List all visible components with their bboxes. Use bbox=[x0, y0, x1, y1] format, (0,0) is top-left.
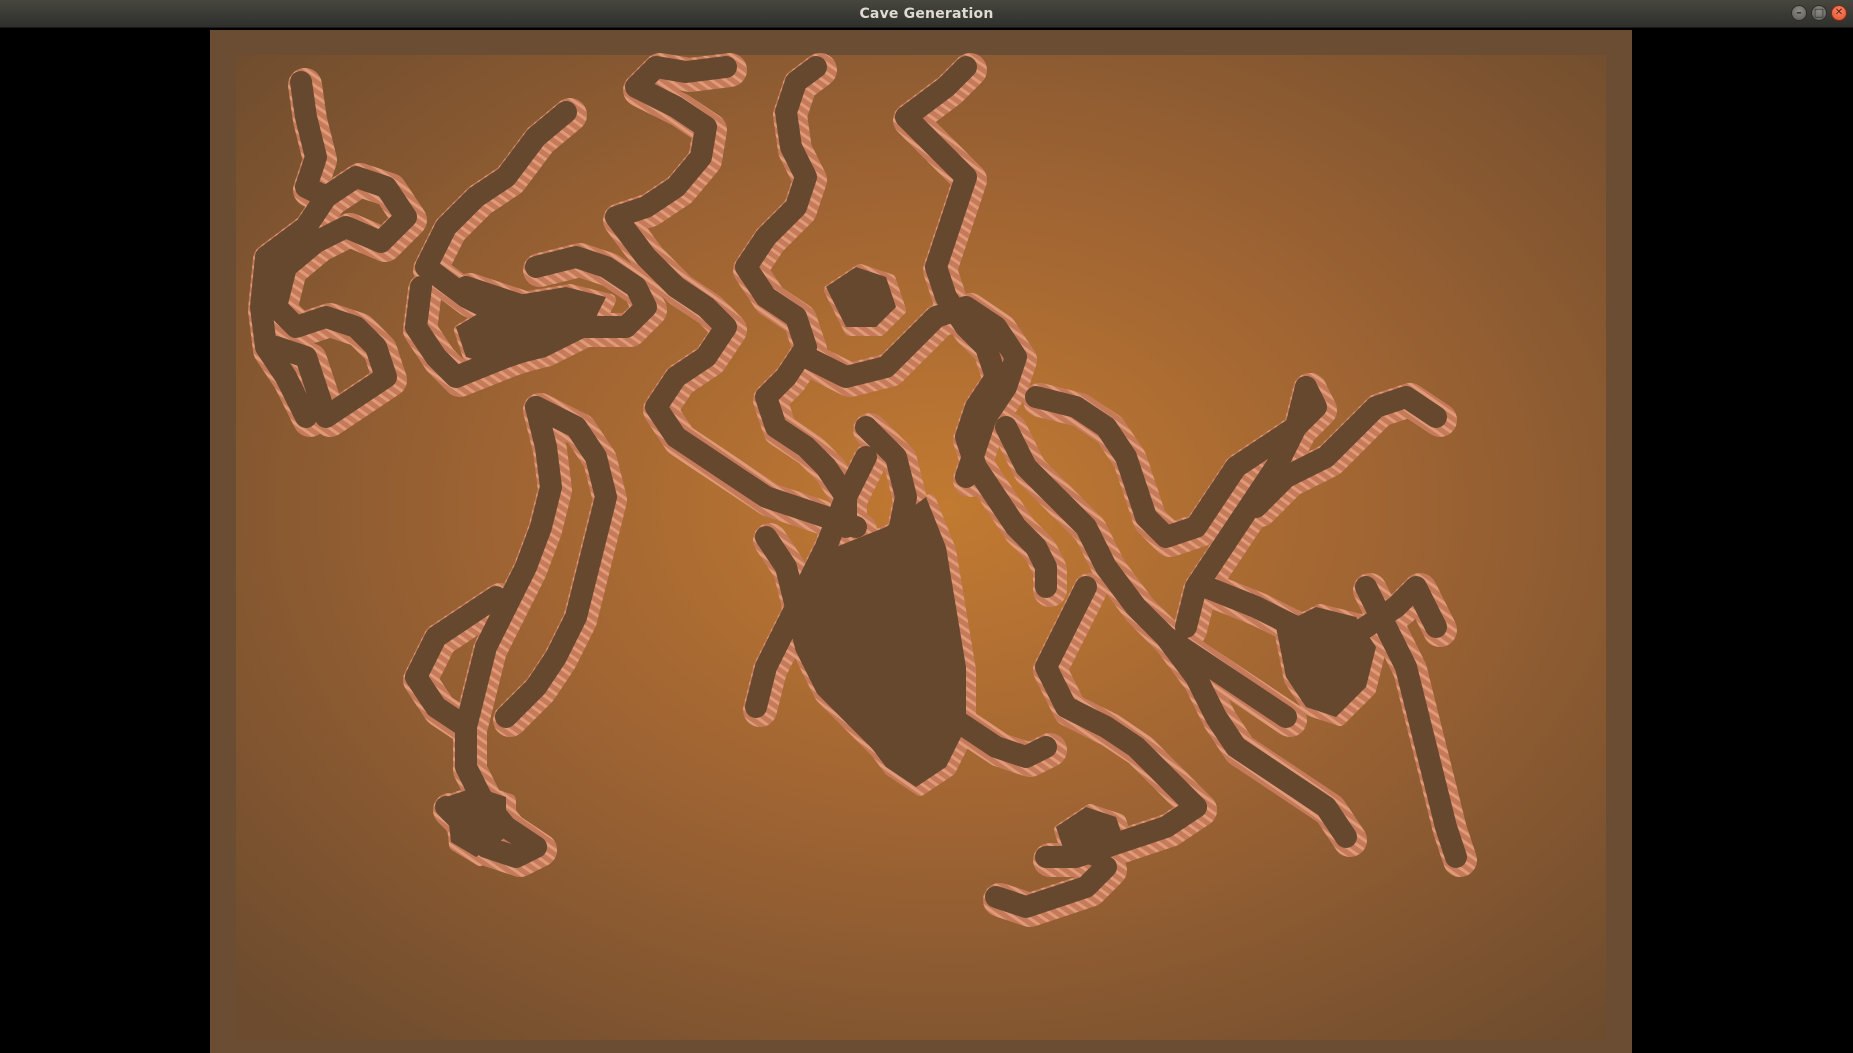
maximize-icon: □ bbox=[1813, 6, 1825, 19]
window-title: Cave Generation bbox=[859, 6, 994, 22]
window-controls: – □ ✕ bbox=[1791, 5, 1847, 21]
maximize-button[interactable]: □ bbox=[1811, 5, 1827, 21]
title-bar[interactable]: Cave Generation – □ ✕ bbox=[0, 0, 1853, 28]
minimize-button[interactable]: – bbox=[1791, 5, 1807, 21]
render-viewport[interactable] bbox=[210, 30, 1632, 1053]
application-window: Cave Generation – □ ✕ bbox=[0, 0, 1853, 1053]
close-icon: ✕ bbox=[1834, 7, 1844, 18]
cave-map-canvas bbox=[210, 30, 1632, 1053]
close-button[interactable]: ✕ bbox=[1831, 5, 1847, 21]
minimize-icon: – bbox=[1796, 6, 1802, 19]
